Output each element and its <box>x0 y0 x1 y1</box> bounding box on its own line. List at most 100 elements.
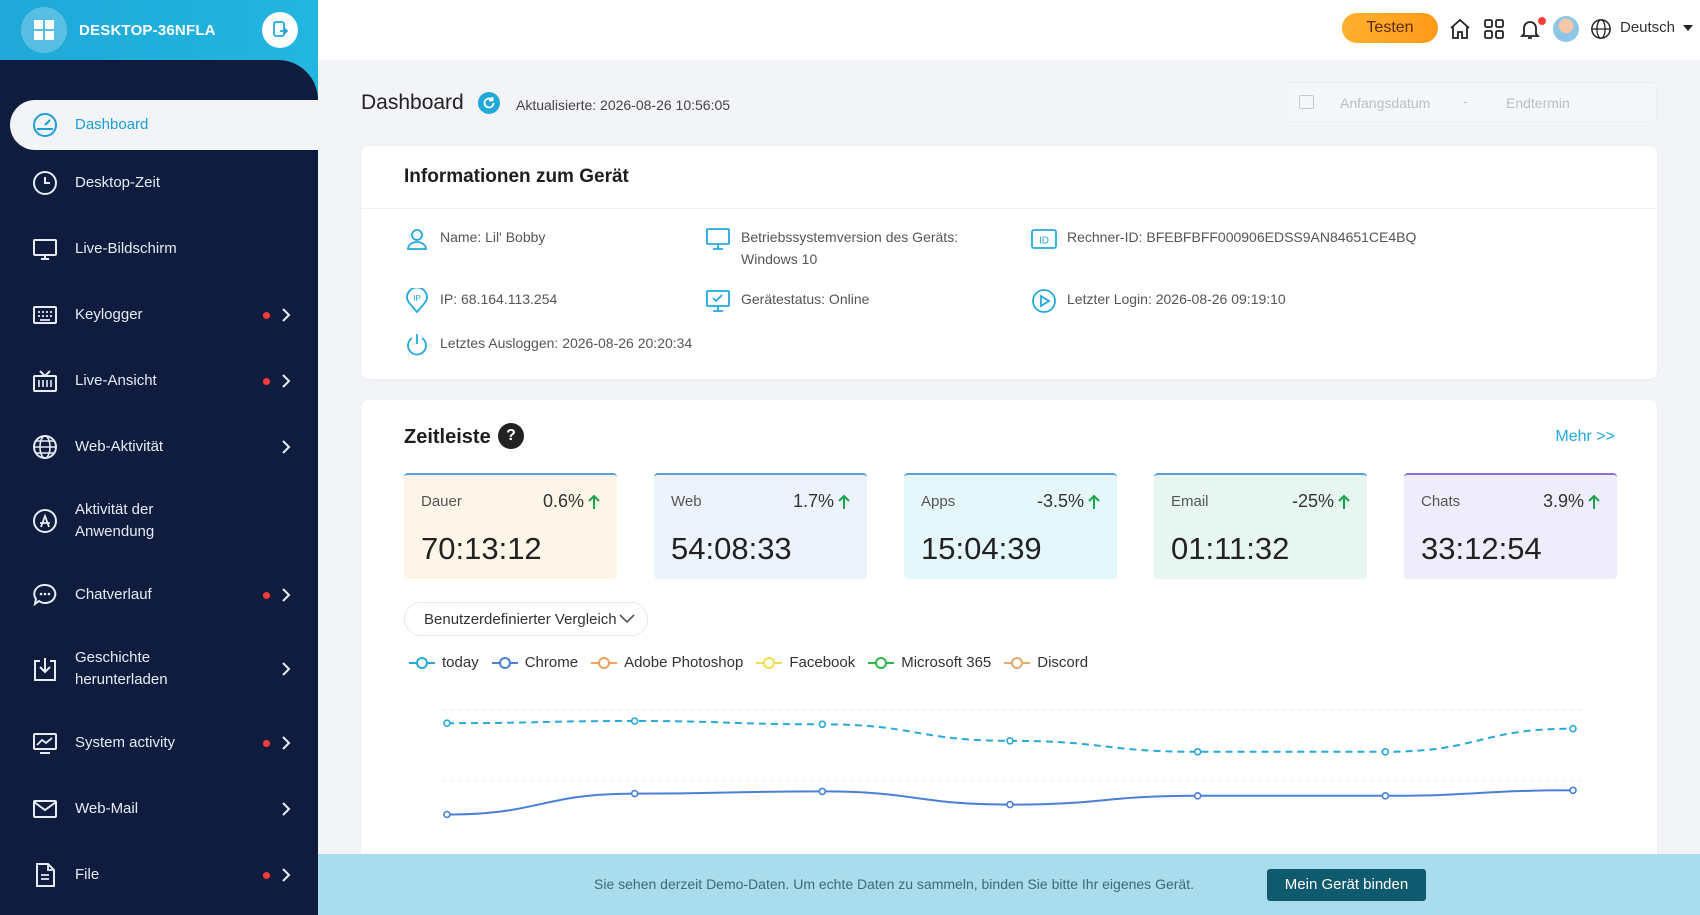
stat-label: Dauer <box>421 493 462 510</box>
device-info-title: Informationen zum Gerät <box>404 166 629 187</box>
sidebar-item-label: Web-Aktivität <box>75 438 164 455</box>
data-point-today[interactable] <box>818 720 827 729</box>
data-point-chrome[interactable] <box>818 787 827 796</box>
sidebar-item-keylogger[interactable]: Keylogger <box>0 282 318 348</box>
avatar[interactable] <box>1553 16 1579 42</box>
legend-marker-icon <box>491 656 518 669</box>
globe-icon[interactable] <box>1590 18 1612 40</box>
os-version-item: Betriebssystemversion des Geräts: Windows… <box>705 226 1005 276</box>
stat-card-apps[interactable]: Apps -3.5% 15:04:39 <box>904 473 1117 579</box>
data-point-chrome[interactable] <box>1193 792 1202 800</box>
end-date-input[interactable]: Endtermin <box>1506 95 1570 111</box>
refresh-icon <box>483 97 495 109</box>
globe-icon <box>31 433 59 461</box>
home-icon[interactable] <box>1448 17 1472 41</box>
tv-icon <box>31 367 59 395</box>
legend-item-microsoft-365[interactable]: Microsoft 365 <box>867 654 991 671</box>
sidebar-item-file[interactable]: File <box>0 842 318 908</box>
legend-label: today <box>442 654 479 671</box>
sidebar-item-label: System activity <box>75 734 176 751</box>
sidebar-item-download-history[interactable]: Geschichte herunterladen <box>0 628 318 710</box>
data-point-today[interactable] <box>630 717 639 725</box>
download-icon <box>31 655 59 683</box>
stat-value: 01:11:32 <box>1171 531 1290 566</box>
stat-card-email[interactable]: Email -25% 01:11:32 <box>1154 473 1367 579</box>
series-line-today <box>446 719 1574 753</box>
switch-device-button[interactable] <box>262 12 298 48</box>
svg-text:ID: ID <box>1039 236 1049 247</box>
start-date-input[interactable]: Anfangsdatum <box>1340 95 1430 111</box>
data-point-today[interactable] <box>1569 724 1577 733</box>
data-point-chrome[interactable] <box>1569 786 1577 795</box>
os-label: Betriebssystemversion des Geräts: <box>741 229 959 245</box>
data-point-chrome[interactable] <box>443 810 451 819</box>
legend-item-today[interactable]: today <box>408 654 479 671</box>
refresh-button[interactable] <box>478 92 500 114</box>
divider <box>361 208 1657 209</box>
data-point-today[interactable] <box>443 719 451 728</box>
legend-marker-icon <box>409 656 435 669</box>
sidebar-item-app-activity[interactable]: Aktivität der Anwendung <box>0 480 318 562</box>
data-point-chrome[interactable] <box>1381 792 1390 800</box>
more-link[interactable]: Mehr >> <box>1555 428 1615 446</box>
caret-down-icon <box>1683 25 1694 31</box>
play-circle-icon <box>1032 289 1056 313</box>
apps-grid-icon[interactable] <box>1482 17 1506 41</box>
sidebar-item-chat-history[interactable]: Chatverlauf <box>0 562 318 628</box>
stat-card-chats[interactable]: Chats 3.9% 33:12:54 <box>1404 473 1617 579</box>
legend-item-adobe-photoshop[interactable]: Adobe Photoshop <box>590 654 743 671</box>
data-point-today[interactable] <box>1193 747 1202 756</box>
chat-icon <box>31 581 59 609</box>
switch-device-icon <box>273 21 289 37</box>
stat-value: 15:04:39 <box>921 531 1042 566</box>
trial-button[interactable]: Testen <box>1342 13 1438 43</box>
compare-dropdown[interactable]: Benutzerdefinierter Vergleich <box>404 602 648 636</box>
legend-item-discord[interactable]: Discord <box>1003 654 1088 671</box>
legend-label: Discord <box>1037 654 1089 671</box>
sidebar-item-web-mail[interactable]: Web-Mail <box>0 776 318 842</box>
sidebar-item-desktop-time[interactable]: Desktop-Zeit <box>0 150 318 216</box>
monitor-check-icon <box>706 290 730 312</box>
device-info-card: Informationen zum Gerät Name: Lil' Bobby… <box>361 146 1657 379</box>
data-point-chrome[interactable] <box>630 789 639 798</box>
sidebar-item-live-screen[interactable]: Live-Bildschirm <box>0 216 318 282</box>
windows-logo-icon <box>21 7 67 53</box>
sidebar-item-dashboard[interactable]: Dashboard <box>10 100 318 150</box>
legend-item-facebook[interactable]: Facebook <box>755 654 855 671</box>
legend-item-chrome[interactable]: Chrome <box>491 654 578 671</box>
sidebar-item-web-activity[interactable]: Web-Aktivität <box>0 414 318 480</box>
brand-corner-decor <box>200 60 318 100</box>
device-name-item: Name: Lil' Bobby <box>404 226 684 256</box>
sidebar: DESKTOP-36NFLA Dashboard Desktop-Zeit Li… <box>0 0 318 915</box>
sidebar-item-label: File <box>75 866 100 883</box>
sidebar-item-label: Aktivität der Anwendung <box>75 501 155 540</box>
stat-card-dauer[interactable]: Dauer 0.6% 70:13:12 <box>404 473 617 579</box>
data-point-today[interactable] <box>1381 747 1390 756</box>
date-range-picker[interactable]: Anfangsdatum - Endtermin <box>1286 82 1657 122</box>
stat-change: -3.5% <box>1037 491 1100 512</box>
stat-value: 54:08:33 <box>671 531 792 566</box>
data-point-today[interactable] <box>1006 736 1014 745</box>
language-selector[interactable]: Deutsch <box>1620 19 1694 36</box>
sidebar-item-label: Live-Bildschirm <box>75 240 177 257</box>
chevron-right-icon <box>282 308 291 322</box>
sidebar-item-label: Web-Mail <box>75 800 139 817</box>
data-point-chrome[interactable] <box>1006 800 1014 809</box>
sidebar-item-live-view[interactable]: Live-Ansicht <box>0 348 318 414</box>
power-icon <box>407 334 427 356</box>
stat-change: -25% <box>1292 491 1350 512</box>
chevron-down-icon <box>619 614 635 624</box>
help-button[interactable]: ? <box>498 423 524 449</box>
legend-label: Chrome <box>524 654 579 671</box>
stat-card-web[interactable]: Web 1.7% 54:08:33 <box>654 473 867 579</box>
stat-value: 70:13:12 <box>421 531 542 566</box>
page-title: Dashboard <box>361 91 464 114</box>
last-login-item: Letzter Login: 2026-08-26 09:19:10 <box>1031 288 1431 318</box>
notification-dot <box>263 740 270 747</box>
sidebar-item-label: Desktop-Zeit <box>75 174 161 191</box>
sidebar-item-system-activity[interactable]: System activity <box>0 710 318 776</box>
notification-dot <box>263 592 270 599</box>
compare-label: Benutzerdefinierter Vergleich <box>424 611 617 628</box>
file-icon <box>31 861 59 889</box>
bind-device-button[interactable]: Mein Gerät binden <box>1267 869 1426 901</box>
